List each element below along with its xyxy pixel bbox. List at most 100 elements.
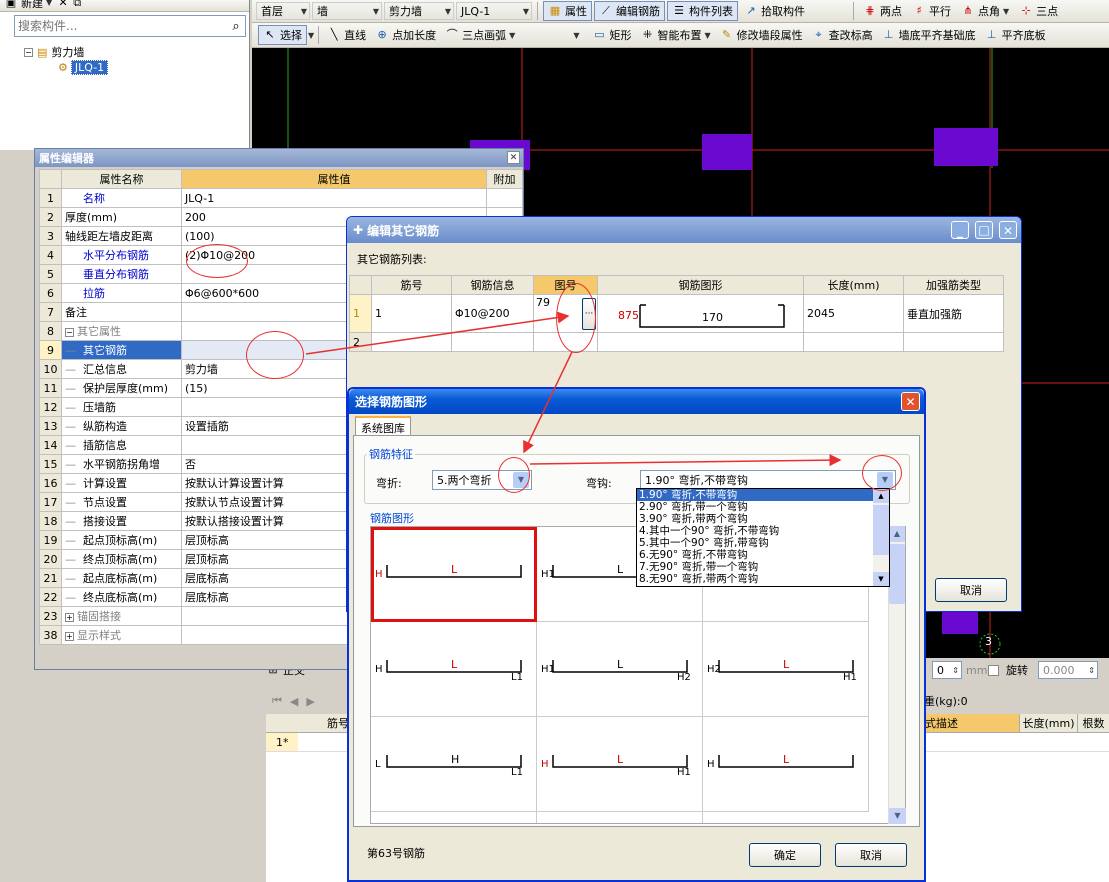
- search-icon[interactable]: ⌕: [227, 19, 245, 34]
- two-point-button[interactable]: ⋕ 两点: [859, 1, 906, 21]
- chevron-down-icon[interactable]: ▼: [573, 31, 579, 40]
- shape-cell[interactable]: H L L1: [371, 622, 537, 717]
- first-icon[interactable]: ⏮: [272, 694, 282, 708]
- row-index: 18: [39, 511, 62, 531]
- hook-select[interactable]: 1.90° 弯折,不带弯钩 ▼: [640, 470, 896, 490]
- new-button[interactable]: ▣ 新建 ▼: [0, 0, 56, 10]
- property-value[interactable]: JLQ-1: [180, 188, 488, 208]
- scroll-up-icon[interactable]: ▲: [889, 526, 905, 542]
- point-length-button[interactable]: ⊕ 点加长度: [371, 25, 440, 45]
- parallel-button[interactable]: ♯ 平行: [908, 1, 955, 21]
- shape-cell[interactable]: H2 L H1: [703, 622, 869, 717]
- delete-icon[interactable]: ✕: [56, 0, 70, 10]
- search-input[interactable]: [15, 19, 227, 33]
- hook-option[interactable]: 1.90° 弯折,不带弯钩: [637, 489, 873, 501]
- rebar-row[interactable]: 2: [349, 332, 1004, 352]
- ok-button[interactable]: 确定: [749, 843, 821, 867]
- close-icon[interactable]: ✕: [999, 221, 1017, 239]
- component-select[interactable]: JLQ-1 ▼: [456, 2, 532, 20]
- close-icon[interactable]: ✕: [507, 151, 520, 164]
- empty-cell[interactable]: [451, 332, 534, 352]
- rebar-row[interactable]: 1 1 Φ10@200 79 ··· 875 170 2045 垂直加强筋: [349, 294, 1004, 333]
- minimize-icon[interactable]: _: [951, 221, 969, 239]
- shape-cell[interactable]: H2: [371, 812, 537, 824]
- col-count: 根数: [1077, 714, 1109, 732]
- copy-icon[interactable]: ⧉: [70, 0, 84, 10]
- offset-spinner[interactable]: 0 ⇕: [932, 661, 962, 679]
- attribute-button[interactable]: ▦ 属性: [543, 1, 592, 21]
- chevron-down-icon: ▼: [704, 30, 711, 40]
- shape-scrollbar[interactable]: ▲ ▼: [888, 526, 906, 824]
- pick-component-label: 拾取构件: [761, 5, 805, 18]
- component-list-button[interactable]: ☰ 构件列表: [667, 1, 738, 21]
- cancel-button[interactable]: 取消: [835, 843, 907, 867]
- hook-option[interactable]: 2.90° 弯折,带一个弯钩: [637, 501, 873, 513]
- hook-options-list[interactable]: 1.90° 弯折,不带弯钩 2.90° 弯折,带一个弯钩 3.90° 弯折,带两个弯…: [636, 488, 890, 587]
- rebar-info-cell[interactable]: Φ10@200: [451, 294, 534, 333]
- property-extra[interactable]: [486, 188, 523, 208]
- empty-cell[interactable]: [371, 332, 452, 352]
- modify-segment-button[interactable]: ✎ 修改墙段属性: [716, 25, 807, 45]
- scroll-thumb[interactable]: [873, 505, 889, 555]
- three-point-button[interactable]: ⊹ 三点: [1015, 1, 1062, 21]
- hook-option[interactable]: 4.其中一个90° 弯折,不带弯钩: [637, 525, 873, 537]
- wall-flush-button[interactable]: ⊥ 墙底平齐基础底: [878, 25, 980, 45]
- property-row[interactable]: 1 名称 JLQ-1: [39, 188, 523, 208]
- shape-cell[interactable]: H1LH2: [537, 622, 703, 717]
- bar-no-cell[interactable]: 1: [371, 294, 452, 333]
- expander-icon[interactable]: +: [64, 613, 74, 622]
- shape-cell[interactable]: H L H1: [537, 717, 703, 812]
- collapse-icon[interactable]: −: [24, 47, 33, 57]
- hook-list-scrollbar[interactable]: ▲ ▼: [873, 489, 889, 586]
- shape-preview: [371, 812, 537, 824]
- expander-icon[interactable]: −: [64, 328, 74, 337]
- arc-button[interactable]: ⌒ 三点画弧 ▼: [441, 25, 519, 45]
- shape-cell[interactable]: H2: [537, 812, 703, 823]
- hook-value: 1.90° 弯折,不带弯钩: [645, 474, 748, 487]
- line-button[interactable]: ╲ 直线: [323, 25, 370, 45]
- shape-cell[interactable]: HL: [703, 717, 869, 812]
- type-select[interactable]: 墙 ▼: [312, 2, 382, 20]
- flush-bottom-button[interactable]: ⊥ 平齐底板: [981, 25, 1050, 45]
- rectangle-button[interactable]: ▭ 矩形: [588, 25, 635, 45]
- length-cell[interactable]: 2045: [803, 294, 904, 333]
- hook-option[interactable]: 6.无90° 弯折,不带弯钩: [637, 549, 873, 561]
- point-angle-button[interactable]: ⋔ 点角 ▼: [957, 1, 1013, 21]
- expander-icon[interactable]: +: [64, 632, 74, 641]
- select-button[interactable]: ↖ 选择: [258, 25, 307, 45]
- shape-cell[interactable]: L H L1: [371, 717, 537, 812]
- next-icon[interactable]: ▶: [306, 695, 314, 708]
- cancel-button[interactable]: 取消: [935, 578, 1007, 602]
- reinforce-type-cell[interactable]: 垂直加强筋: [903, 294, 1004, 333]
- check-elevation-button[interactable]: ⌖ 查改标高: [808, 25, 877, 45]
- hook-option[interactable]: 5.其中一个90° 弯折,带弯钩: [637, 537, 873, 549]
- rotate-spinner[interactable]: 0.000 ⇕: [1038, 661, 1098, 679]
- scroll-thumb[interactable]: [889, 544, 905, 604]
- maximize-icon[interactable]: □: [975, 221, 993, 239]
- scroll-down-icon[interactable]: ▼: [889, 808, 906, 824]
- property-name: — 节点设置: [60, 492, 182, 512]
- floor-select[interactable]: 首层 ▼: [256, 2, 310, 20]
- smart-layout-button[interactable]: ⁜ 智能布置 ▼: [636, 25, 714, 45]
- empty-cell[interactable]: [803, 332, 904, 352]
- hook-option[interactable]: 7.无90° 弯折,带一个弯钩: [637, 561, 873, 573]
- hook-option[interactable]: 3.90° 弯折,带两个弯钩: [637, 513, 873, 525]
- pick-component-button[interactable]: ↗ 拾取构件: [740, 1, 809, 21]
- shape-cell[interactable]: HL: [371, 527, 537, 622]
- empty-cell[interactable]: [903, 332, 1004, 352]
- tree-root[interactable]: − ▤ 剪力墙: [24, 44, 84, 60]
- prev-icon[interactable]: ◀: [290, 695, 298, 708]
- tree-child[interactable]: ⚙ JLQ-1: [58, 60, 109, 75]
- subtype-select[interactable]: 剪力墙 ▼: [384, 2, 454, 20]
- line-icon: ╲: [330, 28, 338, 41]
- shape-preview: [386, 755, 522, 768]
- hook-option[interactable]: 8.无90° 弯折,带两个弯钩: [637, 573, 873, 585]
- scroll-down-icon[interactable]: ▼: [873, 572, 889, 586]
- close-icon[interactable]: ✕: [901, 392, 920, 411]
- scroll-up-icon[interactable]: ▲: [873, 489, 889, 503]
- rotate-checkbox[interactable]: [988, 664, 999, 676]
- chevron-down-icon[interactable]: ▼: [308, 31, 314, 40]
- empty-cell[interactable]: [597, 332, 804, 352]
- edit-rebar-button[interactable]: ⟋ 编辑钢筋: [594, 1, 665, 21]
- row-index: 11: [39, 378, 62, 398]
